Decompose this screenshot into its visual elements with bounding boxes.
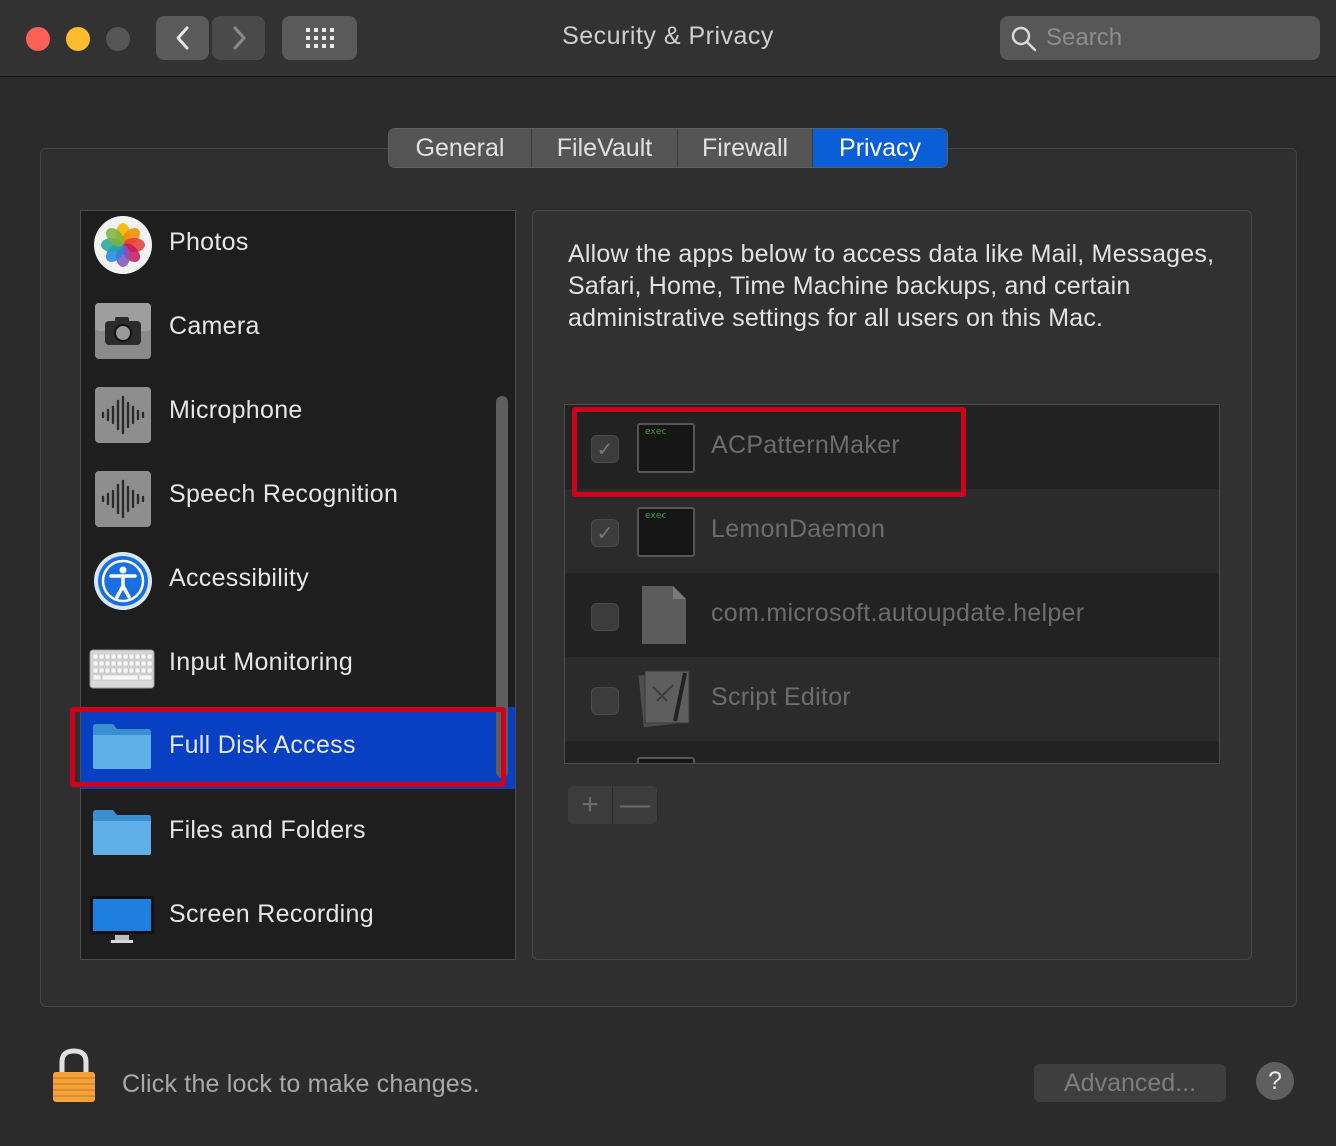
add-button[interactable]: + bbox=[568, 786, 613, 824]
search-placeholder: Search bbox=[1046, 24, 1123, 51]
speech-recognition-icon bbox=[95, 471, 151, 527]
sidebar-item-label: Files and Folders bbox=[169, 816, 366, 844]
app-checkbox-checked[interactable]: ✓ bbox=[591, 435, 619, 463]
sidebar-item-label: Microphone bbox=[169, 396, 303, 424]
app-name: Script Editor bbox=[711, 683, 852, 711]
display-icon bbox=[90, 896, 154, 943]
advanced-button[interactable]: Advanced... bbox=[1034, 1064, 1226, 1102]
folder-icon bbox=[93, 724, 151, 769]
lock-icon[interactable] bbox=[50, 1048, 98, 1104]
title-bar: Security & Privacy Search bbox=[0, 0, 1336, 77]
list-item[interactable] bbox=[565, 741, 1219, 763]
sidebar-item-label: Full Disk Access bbox=[169, 731, 356, 759]
sidebar-item-label: Accessibility bbox=[169, 564, 310, 592]
panel-description: Allow the apps below to access data like… bbox=[568, 240, 1215, 332]
sidebar-item-label: Input Monitoring bbox=[169, 648, 354, 676]
app-list[interactable]: ✓ exec ACPatternMaker ✓ exec LemonDaemon… bbox=[564, 404, 1220, 764]
exec-icon bbox=[637, 757, 695, 763]
remove-button[interactable]: — bbox=[613, 786, 658, 824]
app-checkbox-unchecked[interactable] bbox=[591, 603, 619, 631]
tab-firewall[interactable]: Firewall bbox=[678, 129, 813, 167]
search-field[interactable]: Search bbox=[1000, 16, 1320, 60]
sidebar-item-speech-recognition[interactable]: Speech Recognition bbox=[81, 463, 515, 547]
photos-icon bbox=[94, 216, 152, 274]
privacy-category-list[interactable]: Photos Camera Microphone Speech Recognit… bbox=[80, 210, 516, 960]
search-icon bbox=[1011, 26, 1037, 52]
script-editor-icon bbox=[638, 670, 690, 728]
sidebar-item-input-monitoring[interactable]: Input Monitoring bbox=[81, 631, 515, 715]
sidebar-item-label: Camera bbox=[169, 312, 260, 340]
list-item-acpatternmaker[interactable]: ✓ exec ACPatternMaker bbox=[565, 405, 1219, 489]
tab-filevault[interactable]: FileVault bbox=[532, 129, 678, 167]
tab-privacy[interactable]: Privacy bbox=[813, 129, 947, 167]
sidebar-item-camera[interactable]: Camera bbox=[81, 295, 515, 379]
list-item-script-editor[interactable]: Script Editor bbox=[565, 657, 1219, 741]
folder-icon bbox=[93, 810, 151, 855]
exec-icon: exec bbox=[637, 507, 695, 557]
sidebar-item-label: Speech Recognition bbox=[169, 480, 399, 508]
sidebar-item-files-and-folders[interactable]: Files and Folders bbox=[81, 799, 515, 883]
camera-icon bbox=[95, 303, 151, 359]
app-name: com.microsoft.autoupdate.helper bbox=[711, 599, 1085, 627]
exec-icon: exec bbox=[637, 423, 695, 473]
sidebar-item-full-disk-access[interactable]: Full Disk Access bbox=[81, 707, 515, 789]
tab-general[interactable]: General bbox=[389, 129, 532, 167]
list-item-autoupdate-helper[interactable]: com.microsoft.autoupdate.helper bbox=[565, 573, 1219, 657]
app-name: LemonDaemon bbox=[711, 515, 886, 543]
security-privacy-window: Security & Privacy Search General FileVa… bbox=[0, 0, 1336, 1146]
help-button[interactable]: ? bbox=[1256, 1062, 1294, 1100]
sidebar-item-photos[interactable]: Photos bbox=[81, 211, 515, 295]
accessibility-icon bbox=[94, 552, 152, 610]
sidebar-item-accessibility[interactable]: Accessibility bbox=[81, 547, 515, 631]
sidebar-scrollbar[interactable] bbox=[496, 396, 508, 778]
app-checkbox-checked[interactable]: ✓ bbox=[591, 519, 619, 547]
list-item-lemondaemon[interactable]: ✓ exec LemonDaemon bbox=[565, 489, 1219, 573]
sidebar-item-label: Screen Recording bbox=[169, 900, 374, 928]
lock-message: Click the lock to make changes. bbox=[122, 1070, 480, 1098]
microphone-icon bbox=[95, 387, 151, 443]
tab-bar: General FileVault Firewall Privacy bbox=[388, 128, 948, 168]
app-checkbox-unchecked[interactable] bbox=[591, 687, 619, 715]
sidebar-item-microphone[interactable]: Microphone bbox=[81, 379, 515, 463]
keyboard-icon bbox=[89, 649, 155, 689]
add-remove-control: + — bbox=[568, 786, 658, 824]
sidebar-item-screen-recording[interactable]: Screen Recording bbox=[81, 883, 515, 959]
app-name: ACPatternMaker bbox=[711, 431, 900, 459]
document-icon bbox=[642, 586, 686, 644]
sidebar-item-label: Photos bbox=[169, 228, 249, 256]
